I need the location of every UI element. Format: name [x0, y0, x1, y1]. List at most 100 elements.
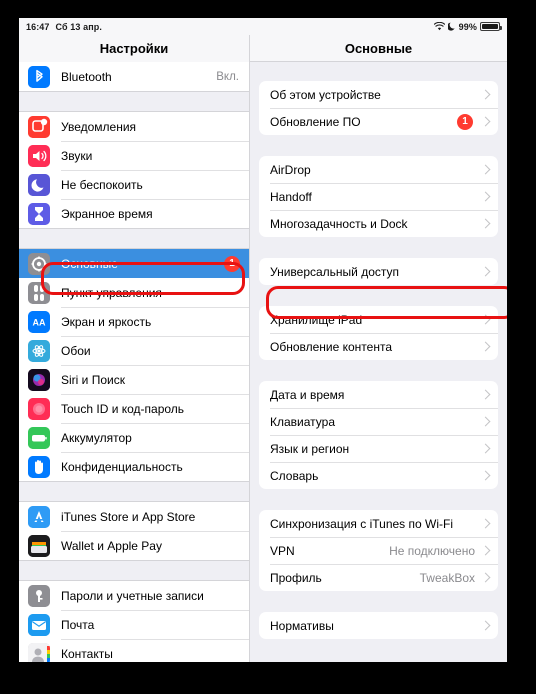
sidebar-group-separator: [19, 481, 249, 502]
detail-row-обновление-контента[interactable]: Обновление контента: [259, 333, 498, 360]
detail-row-label: Нормативы: [270, 618, 334, 633]
detail-row-профиль[interactable]: Профиль TweakBox: [259, 564, 498, 591]
detail-row-хранилище-ipad[interactable]: Хранилище iPad: [259, 306, 498, 333]
sidebar-item-пункт-управления[interactable]: Пункт управления: [19, 278, 249, 307]
detail-row-value: Не подключено: [389, 543, 475, 558]
detail-row-label: Обновление ПО: [270, 114, 361, 129]
detail-group: Универсальный доступ: [259, 258, 498, 285]
wifi-icon: [433, 21, 445, 31]
detail-row-словарь[interactable]: Словарь: [259, 462, 498, 489]
sidebar-item-label: Wallet и Apple Pay: [61, 538, 162, 553]
detail-group: AirDrop Handoff Многозадачность и Dock: [259, 156, 498, 237]
detail-row-нормативы[interactable]: Нормативы: [259, 612, 498, 639]
sidebar-item-контакты[interactable]: Контакты: [19, 639, 249, 662]
sidebar-group-separator: [19, 560, 249, 581]
detail-row-vpn[interactable]: VPN Не подключено: [259, 537, 498, 564]
sidebar-item-почта[interactable]: Почта: [19, 610, 249, 639]
detail-row-синхронизация-с-itunes-по-wi-fi[interactable]: Синхронизация с iTunes по Wi-Fi: [259, 510, 498, 537]
sidebar-item-label: Контакты: [61, 646, 113, 661]
sidebar-item-badge: 1: [224, 255, 240, 272]
detail-row-label: Словарь: [270, 468, 319, 483]
sidebar-item-label: Обои: [61, 343, 91, 358]
sidebar-item-звуки[interactable]: Звуки: [19, 141, 249, 170]
moon-icon: [446, 22, 456, 31]
ipad-settings-screen: 16:47 Сб 13 апр. 99% Настройки Bluetooth…: [19, 18, 507, 662]
detail-row-label: VPN: [270, 543, 295, 558]
detail-row-об-этом-устройстве[interactable]: Об этом устройстве: [259, 81, 498, 108]
detail-row-label: Дата и время: [270, 387, 345, 402]
sidebar-item-label: Звуки: [61, 148, 93, 163]
detail-row-дата-и-время[interactable]: Дата и время: [259, 381, 498, 408]
detail-row-label: Клавиатура: [270, 414, 335, 429]
sidebar-item-label: Bluetooth: [61, 69, 112, 84]
touch-id-icon: [28, 397, 50, 420]
sidebar-item-bluetooth[interactable]: Bluetooth Вкл.: [19, 62, 249, 91]
detail-row-универсальный-доступ[interactable]: Универсальный доступ: [259, 258, 498, 285]
bluetooth-icon: [28, 65, 50, 88]
sidebar-item-touch-id-и-код-пароль[interactable]: Touch ID и код-пароль: [19, 394, 249, 423]
screen-time-icon: [28, 202, 50, 225]
detail-row-label: Обновление контента: [270, 339, 393, 354]
detail-row-handoff[interactable]: Handoff: [259, 183, 498, 210]
detail-row-язык-и-регион[interactable]: Язык и регион: [259, 435, 498, 462]
sidebar-item-не-беспокоить[interactable]: Не беспокоить: [19, 170, 249, 199]
detail-row-label: Профиль: [270, 570, 322, 585]
detail-group-separator: [250, 285, 507, 306]
chevron-right-icon: [480, 416, 491, 427]
sidebar-group-separator: [19, 228, 249, 249]
detail-group: Дата и время Клавиатура Язык и регион Слова…: [259, 381, 498, 489]
detail-group: Об этом устройстве Обновление ПО 1: [259, 81, 498, 135]
sidebar-item-label: Уведомления: [61, 119, 137, 134]
status-bar-time: 16:47: [26, 21, 50, 32]
chevron-right-icon: [480, 266, 491, 277]
detail-list[interactable]: Об этом устройстве Обновление ПО 1 AirDrop H…: [250, 81, 507, 639]
battery-icon: [480, 22, 502, 31]
sounds-icon: [28, 144, 50, 167]
detail-group: Нормативы: [259, 612, 498, 639]
sidebar-item-аккумулятор[interactable]: Аккумулятор: [19, 423, 249, 452]
sidebar-group-separator: [19, 91, 249, 112]
sidebar-item-label: Почта: [61, 617, 95, 632]
sidebar-item-value: Вкл.: [216, 70, 239, 83]
detail-row-label: Универсальный доступ: [270, 264, 400, 279]
sidebar-title: Настройки: [19, 35, 249, 62]
sidebar-item-siri-и-поиск[interactable]: Siri и Поиск: [19, 365, 249, 394]
chevron-right-icon: [480, 443, 491, 454]
sidebar-item-wallet-и-apple-pay[interactable]: Wallet и Apple Pay: [19, 531, 249, 560]
sidebar-item-экранное-время[interactable]: Экранное время: [19, 199, 249, 228]
chevron-right-icon: [480, 191, 491, 202]
detail-row-многозадачность-и-dock[interactable]: Многозадачность и Dock: [259, 210, 498, 237]
sidebar-item-label: Пункт управления: [61, 285, 162, 300]
sidebar-item-обои[interactable]: Обои: [19, 336, 249, 365]
detail-row-airdrop[interactable]: AirDrop: [259, 156, 498, 183]
detail-row-обновление-по[interactable]: Обновление ПО 1: [259, 108, 498, 135]
detail-row-клавиатура[interactable]: Клавиатура: [259, 408, 498, 435]
detail-row-label: Handoff: [270, 189, 312, 204]
wallpaper-icon: [28, 339, 50, 362]
contacts-icon: [28, 642, 50, 662]
sidebar-list[interactable]: Bluetooth Вкл. Уведомления Звуки Не беспокои…: [19, 62, 249, 662]
sidebar-item-уведомления[interactable]: Уведомления: [19, 112, 249, 141]
settings-sidebar[interactable]: Настройки Bluetooth Вкл. Уведомления Звуки Н…: [19, 35, 250, 662]
detail-row-label: Синхронизация с iTunes по Wi-Fi: [270, 516, 453, 531]
sidebar-item-label: Конфиденциальность: [61, 459, 183, 474]
sidebar-item-label: iTunes Store и App Store: [61, 509, 196, 524]
detail-title: Основные: [250, 35, 507, 62]
sidebar-item-label: Touch ID и код-пароль: [61, 401, 185, 416]
detail-group: Синхронизация с iTunes по Wi-Fi VPN Не под…: [259, 510, 498, 591]
sidebar-item-label: Siri и Поиск: [61, 372, 125, 387]
sidebar-item-label: Основные: [61, 256, 118, 271]
gear-icon: [28, 252, 50, 275]
siri-icon: [28, 368, 50, 391]
sidebar-item-экран-и-яркость[interactable]: AA Экран и яркость: [19, 307, 249, 336]
chevron-right-icon: [480, 545, 491, 556]
detail-group-separator: [250, 360, 507, 381]
sidebar-item-label: Аккумулятор: [61, 430, 132, 445]
status-bar-date: Сб 13 апр.: [55, 21, 102, 32]
general-detail-pane[interactable]: Основные Об этом устройстве Обновление ПО…: [250, 35, 507, 662]
sidebar-item-itunes-store-и-app-store[interactable]: iTunes Store и App Store: [19, 502, 249, 531]
sidebar-item-конфиденциальность[interactable]: Конфиденциальность: [19, 452, 249, 481]
detail-group-separator: [250, 135, 507, 156]
sidebar-item-пароли-и-учетные-записи[interactable]: Пароли и учетные записи: [19, 581, 249, 610]
sidebar-item-основные[interactable]: Основные 1: [19, 249, 249, 278]
